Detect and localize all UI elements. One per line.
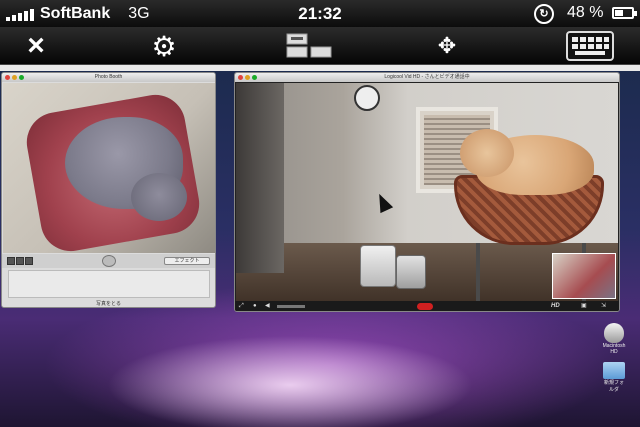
gear-icon[interactable]: ⚙ bbox=[148, 30, 180, 62]
gray-cat-head bbox=[131, 173, 187, 221]
view-mode-video[interactable] bbox=[25, 257, 33, 265]
hang-up-button[interactable] bbox=[417, 303, 433, 310]
appliance bbox=[396, 255, 426, 289]
speaker-icon[interactable]: ◀ bbox=[265, 301, 270, 311]
hd-badge: HD bbox=[551, 303, 560, 309]
view-mode-single[interactable] bbox=[7, 257, 15, 265]
battery-fill bbox=[615, 10, 623, 16]
close-window-icon[interactable] bbox=[238, 75, 243, 80]
volume-slider[interactable] bbox=[277, 305, 305, 308]
hard-disk-icon[interactable]: Macintosh HD bbox=[602, 323, 626, 355]
mac-menu-bar bbox=[0, 65, 640, 71]
vid-hd-title: Logicool Vid HD - さんとビデオ通話中 bbox=[384, 74, 470, 80]
folder-icon[interactable]: 新規フォルダ bbox=[602, 362, 626, 393]
minimize-window-icon[interactable] bbox=[245, 75, 250, 80]
ios-status-bar: SoftBank 3G 21:32 ↻ 48 % bbox=[0, 0, 640, 27]
folder-label: 新規フォルダ bbox=[603, 380, 624, 393]
photo-booth-window[interactable]: Photo Booth エフェクト 写真をとる bbox=[1, 72, 216, 308]
wall-clock bbox=[354, 85, 380, 111]
microphone-icon[interactable]: ● bbox=[253, 301, 257, 311]
carrier-name: SoftBank bbox=[40, 4, 111, 22]
self-view-thumbnail[interactable] bbox=[552, 253, 616, 299]
keyboard-icon[interactable] bbox=[566, 31, 614, 61]
view-mode-grid[interactable] bbox=[16, 257, 24, 265]
zoom-window-icon[interactable] bbox=[19, 75, 24, 80]
camera-settings-icon[interactable]: ▣ bbox=[581, 301, 587, 311]
window-resize-icon[interactable]: ⇲ bbox=[601, 301, 606, 311]
folder-graphic bbox=[603, 362, 625, 379]
effects-button[interactable]: エフェクト bbox=[164, 257, 210, 265]
battery-percent: 48 % bbox=[567, 4, 604, 21]
apple-logo bbox=[604, 323, 624, 343]
rotation-lock-icon: ↻ bbox=[534, 4, 554, 24]
close-icon[interactable]: × bbox=[20, 30, 52, 62]
doorway bbox=[236, 83, 284, 273]
view-mode-buttons[interactable] bbox=[7, 257, 33, 265]
move-arrows-icon[interactable]: ✥ bbox=[430, 30, 464, 62]
remote-toolbar: × ⚙ ✥ bbox=[0, 27, 640, 65]
minimize-window-icon[interactable] bbox=[12, 75, 17, 80]
window-controls[interactable] bbox=[238, 75, 257, 80]
photo-booth-titlebar[interactable]: Photo Booth bbox=[2, 73, 215, 82]
network-type: 3G bbox=[128, 4, 150, 22]
mouse-cursor-icon bbox=[372, 190, 394, 214]
window-controls[interactable] bbox=[5, 75, 24, 80]
photo-strip[interactable] bbox=[8, 270, 210, 298]
photo-booth-camera-view bbox=[3, 83, 215, 253]
battery-icon bbox=[612, 7, 637, 19]
photo-booth-controls: エフェクト bbox=[2, 254, 215, 268]
vid-hd-window[interactable]: Logicool Vid HD - さんとビデオ通話中 ⤢ ● ◀ HD ▣ ⇲ bbox=[234, 72, 620, 312]
zoom-window-icon[interactable] bbox=[252, 75, 257, 80]
toaster bbox=[360, 245, 396, 287]
video-call-feed bbox=[236, 83, 618, 301]
monitor-select-icon[interactable] bbox=[284, 30, 334, 62]
signal-strength-icon bbox=[6, 7, 34, 21]
vid-hd-titlebar[interactable]: Logicool Vid HD - さんとビデオ通話中 bbox=[235, 73, 619, 82]
shutter-button[interactable] bbox=[102, 255, 116, 267]
call-control-bar: ⤢ ● ◀ HD ▣ ⇲ bbox=[235, 301, 619, 311]
fullscreen-icon[interactable]: ⤢ bbox=[239, 301, 244, 311]
remote-desktop-view[interactable]: Photo Booth エフェクト 写真をとる Logicool Vid HD … bbox=[0, 65, 640, 427]
photo-booth-footer: 写真をとる bbox=[95, 301, 121, 307]
close-window-icon[interactable] bbox=[5, 75, 10, 80]
orange-cat-head bbox=[460, 129, 514, 177]
photo-booth-title: Photo Booth bbox=[94, 74, 123, 80]
hard-disk-label: Macintosh HD bbox=[602, 343, 626, 355]
